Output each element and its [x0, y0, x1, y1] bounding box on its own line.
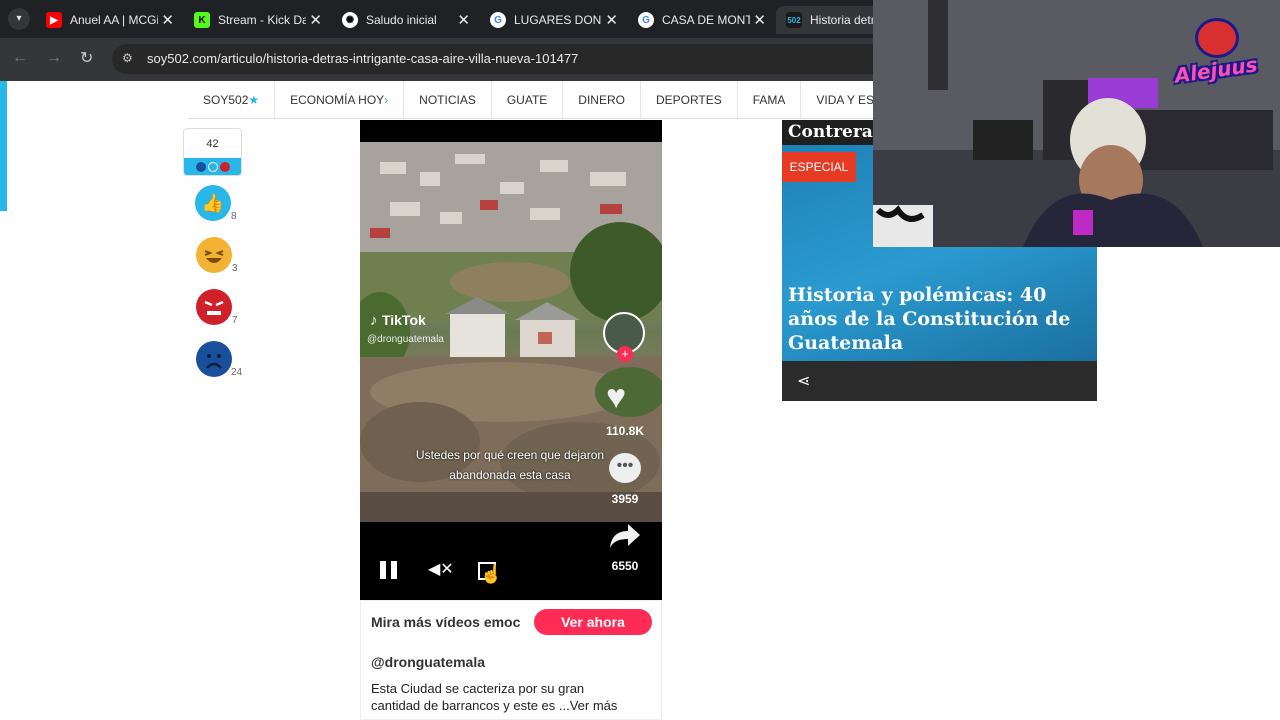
site-settings-icon[interactable]: ⚙: [122, 51, 133, 65]
sad-count: 24: [231, 367, 243, 378]
tiktok-handle: @dronguatemala: [367, 334, 444, 345]
close-icon[interactable]: ✕: [753, 11, 766, 29]
video-author[interactable]: @dronguatemala: [371, 654, 485, 670]
share-count: 6550: [611, 559, 639, 573]
page-accent-bar: [0, 81, 7, 211]
close-icon[interactable]: ✕: [457, 11, 470, 29]
comment-count: 3959: [611, 492, 639, 506]
video-caption: Ustedes por qué creen que dejaron abando…: [390, 445, 630, 485]
especial-badge: ESPECIAL: [782, 152, 856, 182]
tab-title: Saludo inicial: [366, 13, 437, 27]
sad-reaction-icon[interactable]: [196, 341, 232, 377]
mouse-cursor-icon: ☝: [480, 564, 503, 584]
laugh-count: 3: [232, 263, 238, 274]
like-count: 8: [231, 211, 237, 222]
mute-icon[interactable]: ◀✕: [428, 559, 454, 579]
more-videos-text: Mira más vídeos emoc: [371, 614, 521, 630]
close-icon[interactable]: ✕: [309, 11, 322, 29]
like-reaction-icon[interactable]: 👍: [195, 185, 231, 221]
google-icon: G: [638, 12, 654, 28]
laugh-reaction-icon[interactable]: [196, 237, 232, 273]
google-icon: G: [490, 12, 506, 28]
reactions-total-box: 42: [183, 128, 242, 176]
star-icon: ★: [248, 93, 260, 107]
forward-icon[interactable]: →: [46, 49, 62, 67]
url-text: soy502.com/articulo/historia-detras-intr…: [147, 51, 579, 66]
nav-item-fama[interactable]: FAMA: [738, 81, 802, 119]
tab-search-button[interactable]: ▾: [8, 8, 30, 30]
share-icon[interactable]: ⋖: [797, 371, 810, 391]
card-headline[interactable]: Historia y polémicas: 40 años de la Cons…: [788, 283, 1093, 355]
nav-item-guate[interactable]: GUATE: [492, 81, 564, 119]
description-line-2: cantidad de barrancos y este es ...Ver m…: [371, 698, 618, 713]
heart-icon[interactable]: ♥: [606, 378, 626, 417]
tiktok-video[interactable]: ♪ TikTok @dronguatemala + ♥ 110.8K ••• 3…: [360, 120, 662, 600]
tab-chatgpt[interactable]: ✺ Saludo inicial ✕: [332, 6, 476, 34]
tab-google-casa[interactable]: G CASA DE MONT ✕: [628, 6, 772, 34]
nav-item-soy502[interactable]: SOY502★: [188, 81, 276, 119]
nav-item-economia[interactable]: ECONOMÍA HOY›: [275, 81, 405, 119]
card-header-text: Contreras: [788, 122, 883, 142]
tab-title: CASA DE MONT: [662, 13, 750, 27]
nav-item-deportes[interactable]: DEPORTES: [641, 81, 738, 119]
video-footer: Mira más vídeos emoc Ver ahora @dronguat…: [360, 600, 662, 720]
youtube-icon: ▶: [46, 12, 62, 28]
caption-line-2: abandonada esta casa: [449, 468, 571, 482]
tab-title: Anuel AA | MCGi: [70, 13, 158, 27]
reactions-summary-bar: [184, 158, 241, 175]
tab-title: Historia detra: [810, 13, 880, 27]
like-count-video: 110.8K: [605, 424, 645, 438]
caption-line-1: Ustedes por qué creen que dejaron: [415, 448, 605, 462]
tab-kick[interactable]: K Stream - Kick Da ✕: [184, 6, 328, 34]
share-icon[interactable]: [608, 522, 642, 555]
description-line-1: Esta Ciudad se cacteriza por su gran: [371, 681, 585, 696]
site-nav: SOY502★ ECONOMÍA HOY› NOTICIAS GUATE DIN…: [188, 81, 901, 119]
follow-plus-icon[interactable]: +: [617, 346, 633, 362]
tab-google-lugares[interactable]: G LUGARES DOND ✕: [480, 6, 624, 34]
nav-item-noticias[interactable]: NOTICIAS: [404, 81, 492, 119]
reload-icon[interactable]: ↻: [80, 48, 93, 68]
chatgpt-icon: ✺: [342, 12, 358, 28]
sad-mini-icon: [195, 161, 206, 172]
soy502-icon: 502: [786, 12, 802, 28]
angry-count: 7: [232, 315, 238, 326]
tiktok-logo-icon: ♪: [370, 312, 378, 329]
tiktok-brand: TikTok: [381, 312, 426, 328]
close-icon[interactable]: ✕: [161, 11, 174, 29]
tab-youtube[interactable]: ▶ Anuel AA | MCGi ✕: [36, 6, 180, 34]
chevron-right-icon: ›: [384, 93, 389, 107]
back-icon[interactable]: ←: [12, 49, 28, 67]
ver-ahora-button[interactable]: Ver ahora: [534, 609, 652, 635]
like-mini-icon: [207, 161, 218, 172]
angry-reaction-icon[interactable]: [196, 289, 232, 325]
card-footer: ⋖: [782, 361, 1097, 401]
angry-mini-icon: [219, 161, 230, 172]
tab-soy502[interactable]: 502 Historia detra: [776, 6, 886, 34]
reactions-total: 42: [206, 138, 219, 150]
streamer-logo-mascot-icon: [1195, 18, 1239, 58]
nav-item-dinero[interactable]: DINERO: [563, 81, 641, 119]
tiktok-watermark: ♪ TikTok: [370, 312, 426, 330]
video-description: Esta Ciudad se cacteriza por su gran can…: [371, 680, 661, 714]
kick-icon: K: [194, 12, 210, 28]
tab-title: LUGARES DOND: [514, 13, 602, 27]
pause-icon[interactable]: [380, 561, 400, 581]
tab-title: Stream - Kick Da: [218, 13, 306, 27]
close-icon[interactable]: ✕: [605, 11, 618, 29]
webcam-overlay: Alejuus: [873, 0, 1280, 247]
